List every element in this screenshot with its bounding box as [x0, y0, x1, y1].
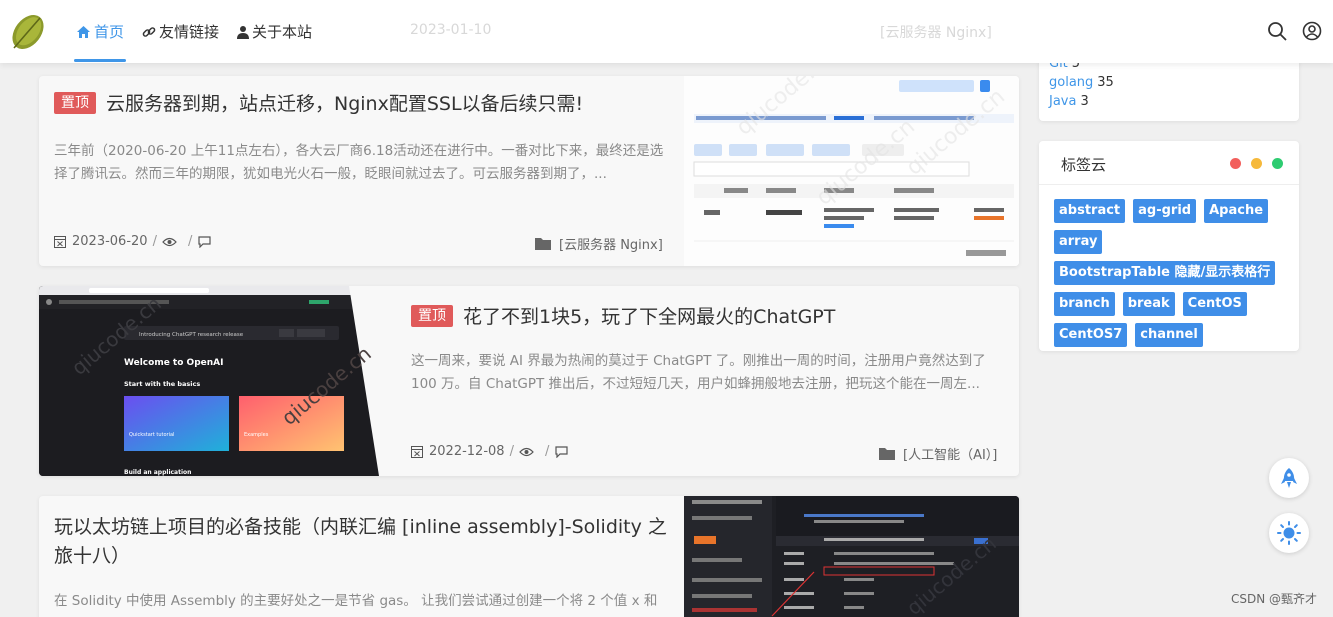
- nav-links[interactable]: 友情链接: [142, 0, 219, 63]
- post-category-label: [云服务器 Nginx]: [559, 238, 663, 253]
- green-dot-icon: [1272, 158, 1283, 169]
- thumb-heading: Welcome to OpenAI: [124, 358, 223, 368]
- post-excerpt: 这一周来，要说 AI 界最为热闹的莫过于 ChatGPT 了。刚推出一周的时间，…: [411, 353, 986, 392]
- csdn-watermark: CSDN @甄齐才: [1230, 592, 1317, 606]
- comment-icon: [555, 445, 568, 458]
- post-thumbnail[interactable]: qiucode.cn: [684, 496, 1019, 617]
- ghost-date: 2023-01-10: [410, 22, 492, 38]
- tag-ag-grid[interactable]: ag-grid: [1133, 199, 1197, 223]
- post-title[interactable]: 置顶 云服务器到期，站点迁移，Nginx配置SSL以备后续只需!: [54, 90, 674, 119]
- red-dot-icon: [1230, 158, 1241, 169]
- top-navbar: 2023-01-10 [云服务器 Nginx] 首页 友情链接 关于本站: [0, 0, 1333, 63]
- category-count: 35: [1097, 75, 1114, 90]
- account-icon[interactable]: [1301, 20, 1323, 42]
- openai-screenshot-image: Introducing ChatGPT research release Wel…: [39, 286, 379, 476]
- post-title-text[interactable]: 花了不到1块5，玩了下全网最火的ChatGPT: [463, 306, 835, 328]
- eye-icon: [162, 237, 177, 246]
- category-row[interactable]: Java 3: [1049, 94, 1089, 109]
- thumb-footer: Build an application: [124, 469, 191, 476]
- tag-centos7[interactable]: CentOS7: [1054, 323, 1128, 347]
- post-card[interactable]: Introducing ChatGPT research release Wel…: [39, 286, 1019, 476]
- user-icon: [237, 25, 250, 39]
- meta-divider: /: [152, 234, 157, 249]
- theme-toggle-button[interactable]: [1269, 513, 1309, 553]
- rocket-icon: [1281, 468, 1297, 488]
- category-count: 3: [1080, 94, 1089, 109]
- nav-about-label: 关于本站: [252, 23, 313, 41]
- post-date: 2023-06-20: [72, 234, 148, 249]
- search-icon[interactable]: [1266, 20, 1288, 42]
- console-screenshot-image: qiucode.cn qiucode.cn qiucode.cn: [684, 76, 1019, 266]
- category-name[interactable]: Java: [1049, 94, 1076, 109]
- home-icon: [76, 25, 91, 39]
- tag-channel[interactable]: channel: [1135, 323, 1203, 347]
- tag-centos[interactable]: CentOS: [1182, 292, 1247, 316]
- thumb-card1: Quickstart tutorial: [129, 432, 174, 438]
- post-date: 2022-12-08: [429, 444, 505, 459]
- leaf-logo-icon[interactable]: [6, 10, 48, 54]
- nav-links-label: 友情链接: [159, 23, 220, 41]
- tag-cloud-header: 标签云: [1039, 141, 1299, 185]
- eye-icon: [519, 447, 534, 456]
- back-to-top-button[interactable]: [1269, 458, 1309, 498]
- post-card[interactable]: 置顶 云服务器到期，站点迁移，Nginx配置SSL以备后续只需! 三年前（2020…: [39, 76, 1019, 266]
- tag-bootstraptable[interactable]: BootstrapTable 隐藏/显示表格行: [1054, 261, 1276, 285]
- post-title-text[interactable]: 云服务器到期，站点迁移，Nginx配置SSL以备后续只需!: [106, 93, 583, 115]
- window-dots: [1230, 158, 1283, 169]
- post-thumbnail[interactable]: Introducing ChatGPT research release Wel…: [39, 286, 379, 476]
- post-excerpt: 三年前（2020-06-20 上午11点左右），各大云厂商6.18活动还在进行中…: [54, 143, 664, 182]
- tag-abstract[interactable]: abstract: [1054, 199, 1126, 223]
- post-meta: 2023-06-20 / /: [54, 234, 218, 249]
- tag-apache[interactable]: Apache: [1204, 199, 1269, 223]
- category-name[interactable]: golang: [1049, 75, 1093, 90]
- post-title[interactable]: 置顶 花了不到1块5，玩了下全网最火的ChatGPT: [411, 303, 1001, 332]
- nav-about[interactable]: 关于本站: [237, 0, 312, 63]
- meta-divider: /: [509, 444, 514, 459]
- tag-array[interactable]: array: [1054, 230, 1103, 254]
- meta-divider: /: [544, 444, 550, 459]
- calendar-icon: [54, 236, 66, 248]
- tag-break[interactable]: break: [1122, 292, 1175, 316]
- post-title[interactable]: 玩以太坊链上项目的必备技能（内联汇编 [inline assembly]-Sol…: [54, 513, 669, 571]
- thumb-subheading: Start with the basics: [124, 380, 200, 388]
- remix-ide-screenshot-image: qiucode.cn: [684, 496, 1019, 617]
- tag-cloud-widget: 标签云 abstract ag-grid Apache array Bootst…: [1039, 141, 1299, 351]
- main-nav: 首页 友情链接 关于本站: [73, 0, 330, 63]
- link-icon: [142, 25, 156, 39]
- tag-cloud-title: 标签云: [1061, 156, 1107, 174]
- tag-list: abstract ag-grid Apache array BootstrapT…: [1054, 199, 1294, 347]
- post-category-label: [人工智能（AI）]: [903, 448, 998, 463]
- pinned-badge: 置顶: [411, 305, 453, 327]
- yellow-dot-icon: [1251, 158, 1262, 169]
- tag-branch[interactable]: branch: [1054, 292, 1115, 316]
- folder-icon: [879, 448, 895, 460]
- sun-icon: [1277, 521, 1301, 545]
- meta-divider: /: [187, 234, 193, 249]
- post-excerpt: 在 Solidity 中使用 Assembly 的主要好处之一是节省 gas。 …: [54, 593, 658, 609]
- calendar-icon: [411, 446, 423, 458]
- post-title-text[interactable]: 玩以太坊链上项目的必备技能（内联汇编 [inline assembly]-Sol…: [54, 516, 667, 567]
- nav-home[interactable]: 首页: [73, 0, 127, 63]
- post-meta: 2022-12-08 / /: [411, 444, 575, 459]
- post-category[interactable]: [云服务器 Nginx]: [535, 234, 663, 253]
- thumb-card2: Examples: [244, 432, 269, 438]
- folder-icon: [535, 238, 551, 250]
- header-actions: [1266, 20, 1323, 42]
- comment-icon: [198, 235, 211, 248]
- post-card[interactable]: 玩以太坊链上项目的必备技能（内联汇编 [inline assembly]-Sol…: [39, 496, 1019, 617]
- post-category[interactable]: [人工智能（AI）]: [879, 444, 997, 463]
- category-row[interactable]: golang 35: [1049, 75, 1114, 90]
- post-thumbnail[interactable]: qiucode.cn qiucode.cn qiucode.cn: [684, 76, 1019, 266]
- ghost-category: [云服务器 Nginx]: [880, 25, 992, 41]
- pinned-badge: 置顶: [54, 92, 96, 114]
- thumb-banner: Introducing ChatGPT research release: [139, 332, 244, 338]
- nav-home-label: 首页: [94, 23, 125, 41]
